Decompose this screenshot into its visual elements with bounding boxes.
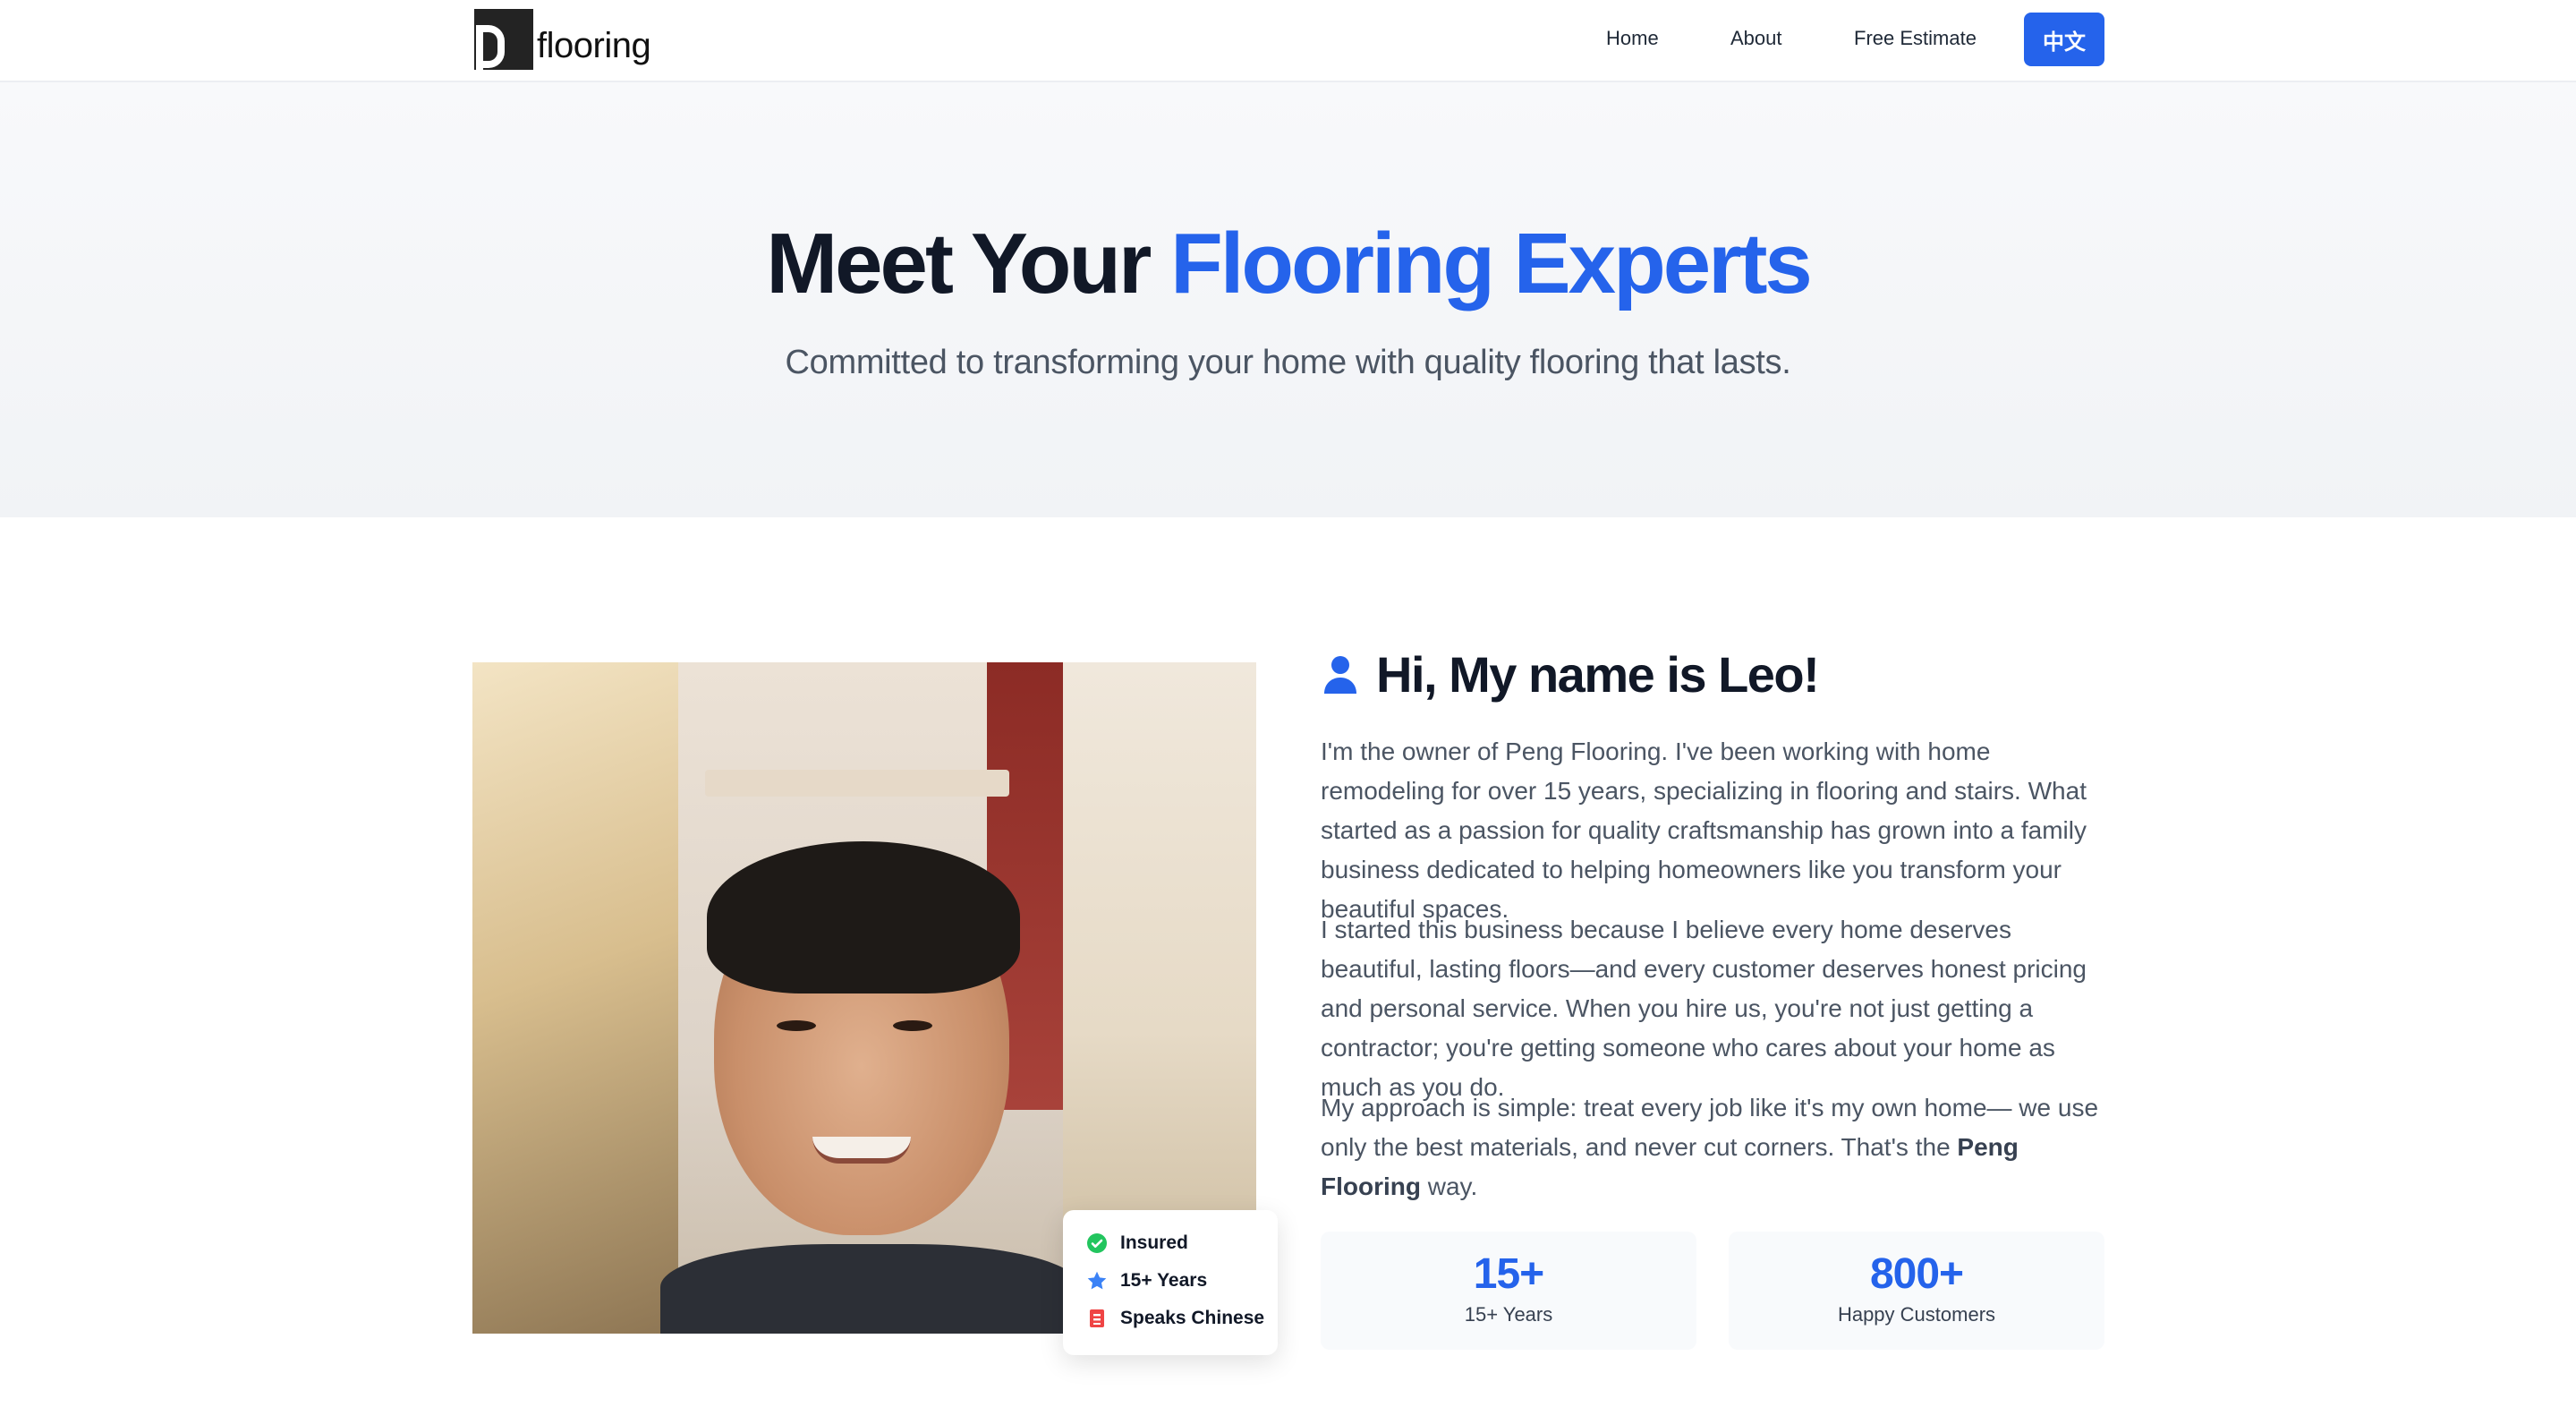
hero-title-accent: Flooring Experts bbox=[1170, 216, 1813, 311]
logo-text: flooring bbox=[537, 25, 651, 65]
stat-card-customers: 800+ Happy Customers bbox=[1729, 1232, 2104, 1350]
badge-years: 15+ Years bbox=[1086, 1267, 1207, 1294]
badge-language: Speaks Chinese bbox=[1086, 1305, 1264, 1332]
badge-insured: Insured bbox=[1086, 1230, 1188, 1257]
hero-subtitle: Committed to transforming your home with… bbox=[785, 344, 1791, 381]
intro-heading: Hi, My name is Leo! bbox=[1321, 643, 1820, 705]
intro-paragraph-1: I'm the owner of Peng Flooring. I've bee… bbox=[1321, 738, 2087, 923]
paragraph-text: way. bbox=[1420, 1172, 1478, 1200]
nav-link-home[interactable]: Home bbox=[1606, 27, 1659, 50]
brand-logo[interactable]: flooring bbox=[474, 9, 651, 70]
intro-paragraph-2: I started this business because I believ… bbox=[1321, 916, 2087, 1101]
stat-value: 800+ bbox=[1869, 1250, 1964, 1298]
hero-section: Meet Your Flooring Experts Committed to … bbox=[0, 82, 2576, 517]
nav-link-about[interactable]: About bbox=[1730, 27, 1782, 50]
hero-title-lead: Meet Your bbox=[766, 216, 1171, 311]
language-icon bbox=[1086, 1308, 1108, 1329]
nav-link-free-estimate[interactable]: Free Estimate bbox=[1854, 27, 1977, 50]
intro-greeting: Hi, My name is Leo! bbox=[1376, 645, 1820, 703]
stat-value: 15+ bbox=[1473, 1250, 1544, 1298]
logo-mark-icon bbox=[474, 9, 533, 70]
stat-card-years: 15+ 15+ Years bbox=[1321, 1232, 1696, 1350]
badge-label: Insured bbox=[1120, 1232, 1188, 1253]
stat-label: 15+ Years bbox=[1464, 1303, 1553, 1326]
badge-label: 15+ Years bbox=[1120, 1270, 1208, 1291]
intro-paragraph-3: My approach is simple: treat every job l… bbox=[1321, 1088, 2108, 1207]
language-toggle-button[interactable]: 中文 bbox=[2024, 13, 2104, 66]
stat-label: Happy Customers bbox=[1837, 1303, 1996, 1326]
top-navigation: flooring Home About Free Estimate 中文 bbox=[0, 0, 2576, 82]
check-circle-icon bbox=[1086, 1232, 1108, 1254]
credentials-badge-card: Insured 15+ Years Speaks Chinese bbox=[1063, 1210, 1278, 1355]
star-icon bbox=[1086, 1270, 1108, 1292]
hero-title: Meet Your Flooring Experts bbox=[0, 215, 2576, 313]
person-icon bbox=[1321, 652, 1360, 695]
badge-label: Speaks Chinese bbox=[1120, 1308, 1265, 1328]
